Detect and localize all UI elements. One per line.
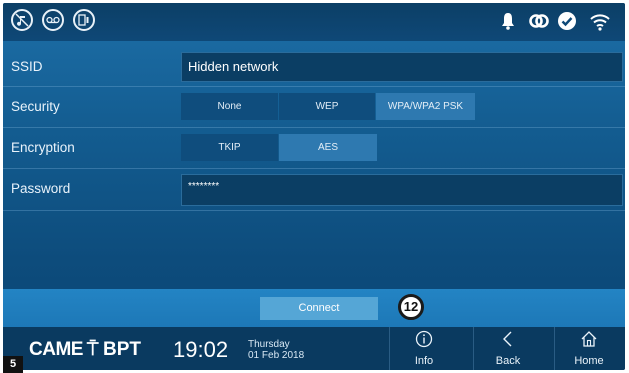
- security-row: Security None WEP WPA/WPA2 PSK: [3, 88, 625, 126]
- wifi-icon: [589, 11, 611, 36]
- encryption-row: Encryption TKIP AES: [3, 129, 625, 167]
- ssid-row: SSID Hidden network: [3, 48, 625, 86]
- voicemail-icon[interactable]: [42, 9, 64, 31]
- day-name: Thursday: [248, 339, 290, 350]
- encryption-option-tkip[interactable]: TKIP: [181, 134, 278, 161]
- home-label: Home: [574, 355, 604, 367]
- ssid-field[interactable]: Hidden network: [181, 52, 623, 82]
- info-icon: [390, 330, 458, 353]
- callout-number: 12: [398, 294, 424, 320]
- brand-came: CAME: [29, 339, 83, 360]
- back-button[interactable]: Back: [473, 327, 542, 370]
- security-label: Security: [11, 99, 60, 114]
- security-option-none[interactable]: None: [181, 93, 278, 120]
- back-label: Back: [495, 355, 521, 367]
- connect-button[interactable]: Connect: [260, 297, 378, 320]
- status-bar: [3, 3, 625, 41]
- bottom-bar: CAME ⍑ BPT 19:02 Thursday 01 Feb 2018 In…: [3, 327, 625, 370]
- connect-bar: Connect 12: [3, 289, 625, 327]
- divider: [3, 168, 625, 169]
- home-button[interactable]: Home: [554, 327, 623, 370]
- brand-bpt: BPT: [103, 339, 141, 360]
- encryption-option-aes[interactable]: AES: [279, 134, 377, 161]
- check-circle-icon: [557, 11, 577, 36]
- security-option-wpa[interactable]: WPA/WPA2 PSK: [376, 93, 475, 120]
- chevron-left-icon: [474, 330, 542, 353]
- home-icon: [555, 330, 623, 353]
- info-label: Info: [414, 355, 434, 367]
- info-button[interactable]: Info: [389, 327, 458, 370]
- brand-symbol: ⍑: [87, 339, 99, 360]
- date: 01 Feb 2018: [248, 350, 305, 361]
- encryption-label: Encryption: [11, 140, 75, 155]
- mute-icon[interactable]: [11, 9, 33, 31]
- bell-icon: [501, 12, 515, 35]
- password-row: Password ********: [3, 170, 625, 208]
- clock-time: 19:02: [173, 337, 229, 362]
- link-icon: [529, 12, 549, 35]
- divider: [3, 86, 625, 87]
- door-lock-icon[interactable]: [73, 9, 95, 31]
- screen: SSID Hidden network Security None WEP WP…: [3, 3, 625, 370]
- security-option-wep[interactable]: WEP: [279, 93, 375, 120]
- divider: [3, 127, 625, 128]
- ssid-label: SSID: [11, 59, 43, 74]
- password-field[interactable]: ********: [181, 174, 623, 206]
- password-label: Password: [11, 181, 71, 196]
- date-block: Thursday 01 Feb 2018: [248, 339, 304, 361]
- page-number: 5: [3, 356, 23, 373]
- divider: [3, 210, 625, 211]
